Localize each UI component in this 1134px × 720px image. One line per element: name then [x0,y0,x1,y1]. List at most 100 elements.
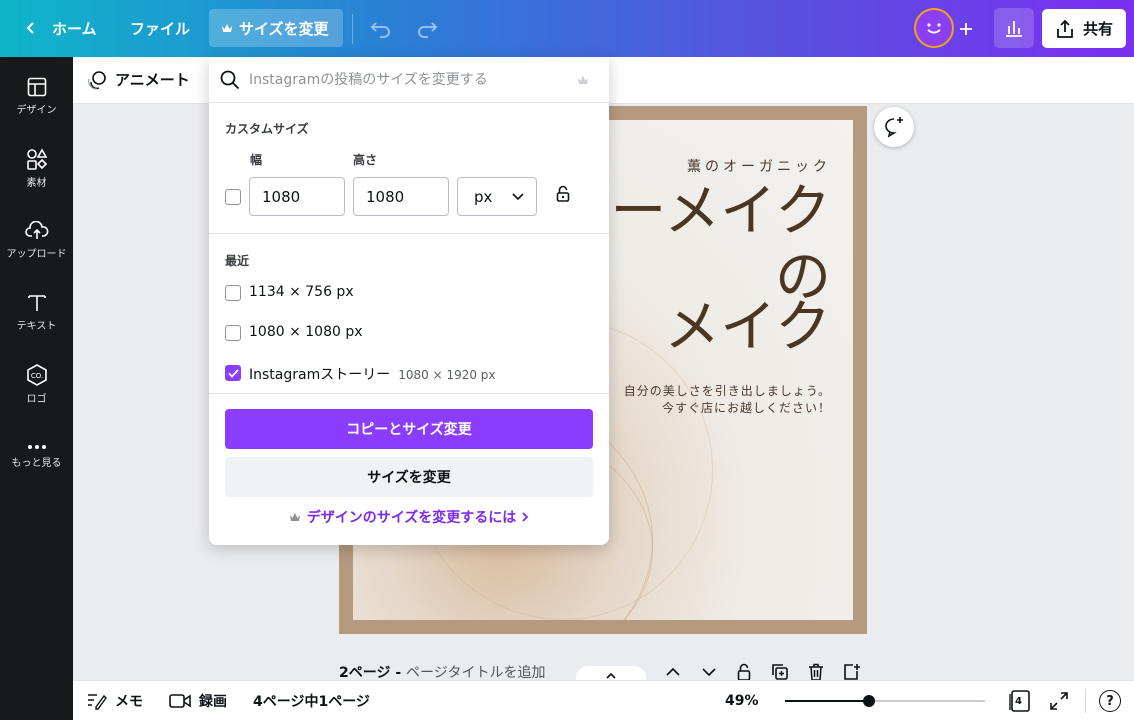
resize-search-input[interactable] [249,65,569,95]
plus-icon [960,23,972,35]
bottom-toolbar: メモ 録画 4ページ中1ページ 49% 4 ? [73,680,1134,720]
animate-button[interactable]: アニメート [87,69,190,90]
page-number: 2ページ [339,665,391,681]
add-comment-button[interactable] [874,107,914,147]
file-menu-button[interactable]: ファイル [118,9,202,47]
sidebar-item-logo[interactable]: CO. ロゴ [0,353,73,415]
resize-dropdown-panel: カスタムサイズ 幅 高さ 1080 1080 px 最近 1134 × 756 … [209,57,609,545]
sidebar-item-elements[interactable]: 素材 [0,137,73,199]
page-count: 4ページ中1ページ [253,681,370,720]
resize-help-label: デザインのサイズを変更するには [306,510,517,526]
page-separator: - [390,665,407,681]
section-divider [209,393,609,394]
fullscreen-button[interactable] [1050,681,1068,720]
add-page-icon [844,664,860,680]
canvas-title-line-3[interactable]: メイク [664,300,831,356]
canvas-brand-text[interactable]: 薫のオーガニック [687,156,831,176]
undo-button[interactable] [368,16,394,42]
height-input[interactable]: 1080 [353,177,449,216]
recent-item-checkbox[interactable] [225,325,241,341]
canvas-title-line-1[interactable]: ーメイク [610,184,831,240]
canvas-body-line-1[interactable]: 自分の美しさを引き出しましょう。 [624,382,831,399]
notes-button[interactable]: メモ [87,681,143,720]
redo-button[interactable] [414,16,440,42]
home-button[interactable]: ホーム [12,9,109,47]
resize-button[interactable]: サイズを変更 [209,9,343,47]
notes-icon [88,694,107,710]
custom-size-checkbox[interactable] [225,189,241,205]
recent-item-checkbox[interactable] [225,285,241,301]
chevron-up-icon [666,668,680,676]
insights-button[interactable] [994,8,1034,48]
undo-icon [370,22,390,38]
pages-grid-button[interactable]: 4 [1008,681,1032,720]
notes-label: メモ [115,694,143,710]
video-camera-icon [169,694,191,708]
zoom-percent-button[interactable]: 49% [725,681,759,720]
chevron-up-icon [606,673,616,679]
aspect-lock-button[interactable] [556,185,570,207]
resize-help-link[interactable]: デザインのサイズを変更するには [209,507,609,527]
share-button[interactable]: 共有 [1042,9,1126,48]
page-count-label: 4ページ中1ページ [253,694,370,710]
add-collaborator-button[interactable] [954,17,978,41]
top-toolbar: ホーム ファイル サイズを変更 共有 [0,0,1134,57]
recent-item-label[interactable]: Instagramストーリー 1080 × 1920 px [249,364,496,384]
upload-icon [24,220,48,239]
home-label: ホーム [52,19,97,38]
resize-label: サイズを変更 [239,19,329,38]
file-label: ファイル [130,19,191,38]
unlock-icon [737,663,751,681]
custom-size-title: カスタムサイズ [225,122,309,136]
help-button[interactable]: ? [1099,681,1121,720]
recent-item-size: 1080 × 1080 px [249,324,363,340]
more-icon [27,444,46,449]
chevron-down-icon [512,192,524,200]
resize-search-row [209,57,609,103]
expand-icon [1050,692,1068,710]
sidebar-item-text[interactable]: テキスト [0,281,73,343]
help-icon: ? [1099,690,1121,712]
bar-chart-icon [1006,21,1022,37]
recent-item-label[interactable]: 1134 × 756 px [249,284,354,300]
svg-text:CO.: CO. [30,372,42,380]
unit-value: px [474,187,493,206]
page-title-row: 2ページ - ページタイトルを追加 [339,662,545,682]
crown-icon [578,76,588,84]
logo-icon: CO. [26,363,47,386]
sidebar-item-more[interactable]: もっと見る [0,425,73,487]
animate-label: アニメート [115,71,190,89]
user-avatar[interactable] [914,8,954,48]
animate-icon [88,70,106,90]
record-button[interactable]: 録画 [169,681,227,720]
unit-select[interactable]: px [457,177,537,216]
recent-item-size: 1080 × 1920 px [398,368,496,382]
resize-confirm-button[interactable]: サイズを変更 [225,457,593,497]
sidebar-item-label: 素材 [26,177,47,189]
page-title-input[interactable]: ページタイトルを追加 [406,665,545,681]
width-input[interactable]: 1080 [249,177,345,216]
sidebar-item-design[interactable]: デザイン [0,65,73,127]
zoom-slider-thumb[interactable] [863,695,875,707]
duplicate-icon [772,664,788,680]
copy-and-resize-button[interactable]: コピーとサイズ変更 [225,409,593,449]
chevron-down-icon [702,668,716,676]
left-sidebar: デザイン 素材 アップロード テキスト CO. ロゴ もっと見る [0,57,73,720]
sidebar-item-label: もっと見る [11,457,62,469]
share-upload-icon [1057,19,1073,38]
search-icon [220,70,240,90]
trash-icon [809,663,823,681]
comment-plus-icon [885,117,903,138]
recent-item-checkbox-checked[interactable] [225,365,241,381]
height-label: 高さ [353,153,378,167]
zoom-slider[interactable] [785,695,985,707]
canvas-body-line-2[interactable]: 今すぐ店にお越しください！ [662,399,831,416]
recent-item-label[interactable]: 1080 × 1080 px [249,324,363,340]
sidebar-item-label: デザイン [16,104,57,116]
recent-title: 最近 [225,254,250,268]
crown-icon [222,24,232,32]
sidebar-item-uploads[interactable]: アップロード [0,209,73,271]
crown-icon [289,513,300,521]
recent-item-size: 1134 × 756 px [249,284,354,300]
chevron-right-icon [522,512,529,522]
